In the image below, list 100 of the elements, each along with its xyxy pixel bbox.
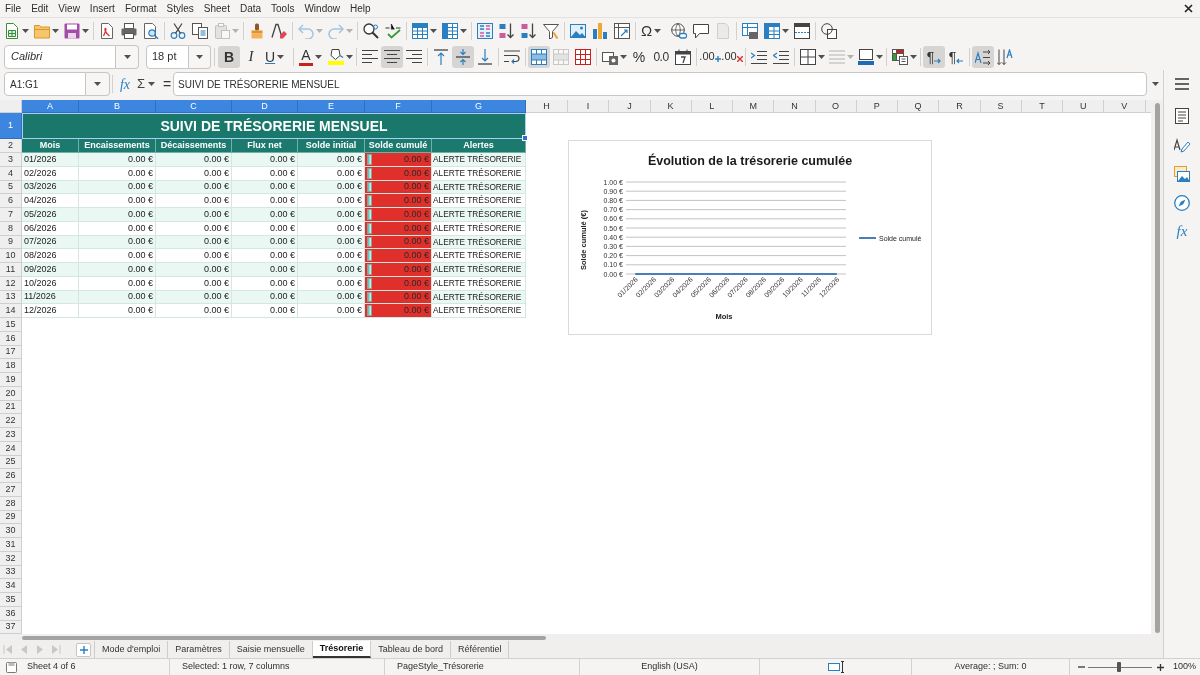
column-header[interactable]: C (156, 100, 232, 113)
menu-item[interactable]: File (0, 0, 27, 18)
right-to-left-button[interactable]: ¶ (945, 45, 967, 68)
function-wizard-button[interactable]: fx (115, 73, 135, 95)
sheet-tab[interactable]: Trésorerie (312, 641, 372, 658)
row-header[interactable]: 35 (0, 593, 22, 607)
add-decimal-button[interactable]: .00 (699, 45, 721, 68)
menu-item[interactable]: View (53, 0, 85, 18)
underline-button[interactable]: U (262, 45, 291, 68)
number-format-button[interactable]: 0.0 (650, 45, 672, 68)
close-button[interactable] (1183, 3, 1193, 14)
font-size-field[interactable]: 18 pt (146, 44, 189, 69)
sheet-tab[interactable]: Saisie mensuelle (229, 641, 313, 658)
row-header[interactable]: 10 (0, 249, 22, 263)
menu-item[interactable]: Sheet (198, 0, 235, 18)
menu-item[interactable]: Format (119, 0, 162, 18)
column-header[interactable]: B (79, 100, 156, 113)
column-header[interactable]: K (650, 100, 692, 113)
scrollbar-thumb[interactable] (22, 635, 546, 640)
row-header[interactable]: 34 (0, 579, 22, 593)
special-character-button[interactable]: Ω (638, 19, 668, 42)
percent-button[interactable]: % (628, 45, 650, 68)
column-header[interactable]: G (432, 100, 526, 113)
column-header[interactable]: V (1104, 100, 1146, 113)
column-header[interactable]: H (526, 100, 568, 113)
row-header[interactable]: 11 (0, 263, 22, 277)
column-header[interactable]: N (774, 100, 816, 113)
font-name-field[interactable]: Calibri (4, 44, 116, 69)
dropdown-button[interactable] (189, 44, 211, 69)
column-header[interactable]: F (365, 100, 432, 113)
row-header[interactable]: 3 (0, 153, 22, 167)
sum-button[interactable]: Σ (135, 73, 161, 95)
left-to-right-button[interactable]: ¶ (923, 45, 945, 68)
row-header[interactable]: 15 (0, 318, 22, 332)
dropdown-button[interactable] (86, 72, 110, 96)
menu-item[interactable]: Tools (266, 0, 300, 18)
column-header[interactable]: A (22, 100, 79, 113)
fill-handle[interactable] (522, 135, 528, 141)
menu-item[interactable]: Help (345, 0, 376, 18)
formula-button[interactable]: = (161, 73, 173, 95)
row-header[interactable]: 23 (0, 428, 22, 442)
cell-value: 0.00 € (403, 196, 429, 206)
column-header[interactable]: O (815, 100, 857, 113)
delete-decimal-button[interactable]: .00 (721, 45, 743, 68)
menu-item[interactable]: Window (299, 0, 345, 18)
menu-item[interactable]: Data (234, 0, 267, 18)
cell-value: 0.00 € (403, 264, 429, 274)
italic-button[interactable]: I (240, 45, 262, 68)
scrollbar-thumb[interactable] (1154, 103, 1160, 633)
name-box[interactable]: A1:G1 (4, 72, 86, 96)
column-header[interactable]: U (1063, 100, 1105, 113)
merge-center-button[interactable] (528, 45, 550, 68)
sheet-tab[interactable]: Paramètres (168, 641, 230, 658)
menu-item[interactable]: Edit (26, 0, 54, 18)
sheet-tab[interactable]: Tableau de bord (371, 641, 451, 658)
row-header[interactable]: 27 (0, 483, 22, 497)
sheet-tab[interactable]: Référentiel (450, 641, 510, 658)
row-header[interactable]: 14 (0, 304, 22, 318)
bold-button[interactable]: B (218, 45, 240, 68)
column-header[interactable]: D (232, 100, 298, 113)
align-middle-button[interactable] (452, 45, 474, 68)
caret-icon (22, 28, 29, 33)
functions-button[interactable]: fx (1168, 217, 1196, 246)
table-cell: 0.00 € (156, 249, 232, 263)
add-sheet-button[interactable] (76, 642, 91, 657)
funnel-icon (543, 22, 559, 39)
table-cell: 0.00 € (232, 263, 298, 277)
column-header[interactable]: J (609, 100, 651, 113)
column-header[interactable]: L (691, 100, 733, 113)
column-header[interactable]: M (733, 100, 775, 113)
row-header[interactable]: 26 (0, 469, 22, 483)
styles-icon (1174, 136, 1190, 153)
column-header[interactable]: Q (898, 100, 940, 113)
column-header[interactable]: I (568, 100, 610, 113)
zoom-slider[interactable] (1088, 662, 1152, 672)
row-header[interactable]: 7 (0, 208, 22, 222)
menu-item[interactable]: Styles (161, 0, 199, 18)
sheet-tab[interactable]: Mode d'emploi (95, 641, 169, 658)
row-header[interactable]: 31 (0, 538, 22, 552)
column-header[interactable]: S (980, 100, 1022, 113)
column-header[interactable]: T (1021, 100, 1063, 113)
column-header[interactable]: E (298, 100, 365, 113)
font-color-button[interactable]: A (296, 45, 325, 68)
row-header[interactable]: 30 (0, 524, 22, 538)
row-header[interactable]: 2 (0, 139, 22, 153)
slider-thumb[interactable] (1116, 662, 1121, 672)
column-header[interactable]: P (856, 100, 898, 113)
row-header[interactable]: 19 (0, 373, 22, 387)
text-left-to-right-button[interactable] (972, 45, 994, 68)
zoom-in-button[interactable] (1155, 661, 1165, 673)
row-header[interactable]: 18 (0, 359, 22, 373)
table-cell: 0.00 € (79, 249, 156, 263)
align-center-button[interactable] (381, 45, 403, 68)
formula-input[interactable]: SUIVI DE TRÉSORERIE MENSUEL (173, 72, 1147, 96)
dropdown-button[interactable] (116, 44, 139, 69)
menu-item[interactable]: Insert (84, 0, 120, 18)
row-header[interactable]: 22 (0, 414, 22, 428)
column-header[interactable]: R (939, 100, 981, 113)
row-header[interactable]: 6 (0, 194, 22, 208)
row-header[interactable]: 1 (0, 113, 22, 139)
